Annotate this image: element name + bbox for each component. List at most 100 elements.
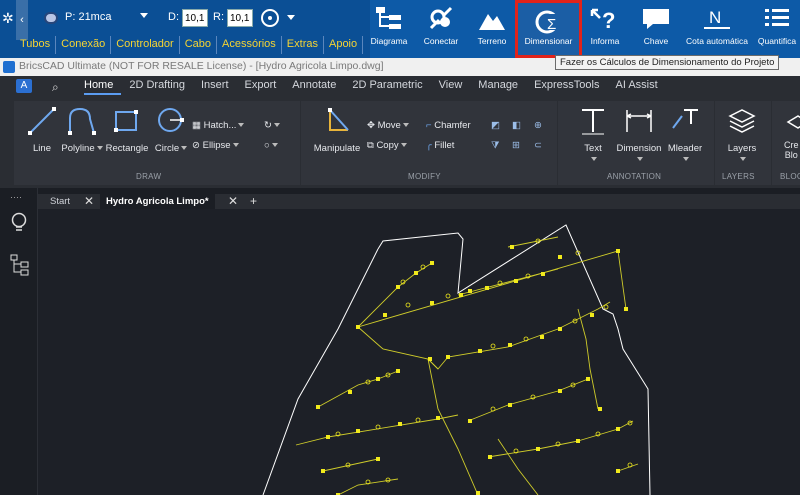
drawing-area[interactable] — [38, 209, 800, 495]
fillet-tool[interactable]: ╭ Fillet — [426, 139, 454, 153]
cota-automatica-button[interactable]: N Cota automática — [684, 0, 750, 58]
target-circle-icon[interactable] — [261, 9, 279, 27]
plugin-toolbar: ✲ ‹ P: 21mca D: 10,1 R: 10,1 Tubos Conex… — [0, 0, 800, 58]
line-tool[interactable]: Line — [27, 106, 57, 154]
connect-icon — [429, 6, 453, 30]
chamfer-label: Chamfer — [434, 120, 471, 131]
menu-conexao[interactable]: Conexão — [56, 36, 112, 54]
stretch-icon[interactable]: ◩ — [491, 119, 500, 133]
layers-chevron-icon[interactable] — [740, 157, 746, 162]
d-value-input[interactable]: 10,1 — [182, 9, 208, 27]
polyline-tool[interactable]: Polyline — [61, 106, 103, 154]
menu-cabo[interactable]: Cabo — [180, 36, 217, 54]
drawing-canvas[interactable] — [38, 209, 800, 495]
tab-export[interactable]: Export — [237, 78, 285, 95]
text-chevron-icon[interactable] — [591, 157, 597, 162]
ellipse-tool[interactable]: ⊘ Ellipse — [192, 139, 239, 153]
menu-apoio[interactable]: Apoio — [324, 36, 364, 54]
close-drawing-tab-icon[interactable]: ✕ — [228, 194, 238, 209]
close-start-tab-icon[interactable]: ✕ — [84, 194, 94, 209]
rectangle-tool[interactable]: Rectangle — [106, 106, 148, 154]
mleader-tool[interactable]: Mleader — [668, 106, 702, 162]
conectar-button[interactable]: Conectar — [416, 0, 466, 58]
tab-expresstools[interactable]: ExpressTools — [526, 78, 607, 95]
tab-2d-drafting[interactable]: 2D Drafting — [121, 78, 193, 95]
tab-view[interactable]: View — [431, 78, 471, 95]
hatch-tool[interactable]: ▦ Hatch... — [192, 119, 245, 133]
search-icon[interactable]: ⌕ — [52, 80, 59, 95]
terrain-icon — [479, 14, 505, 30]
chamfer-tool[interactable]: ⌐ Chamfer — [426, 119, 471, 133]
block-text: Blo — [784, 150, 798, 160]
pressure-dropdown-chevron-icon[interactable] — [140, 13, 148, 18]
point-tool[interactable]: ○ — [264, 139, 278, 153]
tab-insert[interactable]: Insert — [193, 78, 237, 95]
terreno-button[interactable]: Terreno — [470, 0, 514, 58]
ellipse-label: Ellipse — [202, 140, 231, 151]
terreno-label: Terreno — [477, 36, 507, 46]
field-boundary-left — [262, 248, 379, 495]
rotate-arc-tool[interactable]: ↻ — [264, 119, 280, 133]
menu-extras[interactable]: Extras — [282, 36, 324, 54]
copy-chevron-icon[interactable] — [400, 143, 407, 148]
create-block-tool[interactable]: Cre Blo — [782, 106, 800, 166]
info-question-icon: ? — [590, 8, 615, 32]
quantifica-button[interactable]: Quantifica — [754, 0, 800, 58]
add-tab-icon[interactable]: + — [250, 194, 257, 209]
tab-ai-assist[interactable]: AI Assist — [607, 78, 665, 95]
tab-start[interactable]: Start — [50, 194, 70, 209]
tab-2d-parametric[interactable]: 2D Parametric — [344, 78, 430, 95]
target-dropdown-chevron-icon[interactable] — [287, 15, 295, 20]
circle-tool[interactable]: Circle — [155, 106, 188, 154]
svg-text:Σ: Σ — [547, 16, 556, 33]
manipulate-tool[interactable]: Manipulate — [314, 106, 360, 154]
dimensionar-button[interactable]: Σ Dimensionar — [515, 0, 582, 58]
ellipse-chevron-icon[interactable] — [232, 143, 239, 148]
circle-chevron-icon[interactable] — [181, 146, 188, 151]
speech-bubble-icon — [643, 9, 669, 29]
mleader-chevron-icon[interactable] — [683, 157, 689, 162]
informa-button[interactable]: ? Informa — [584, 0, 626, 58]
rail-dots-icon[interactable]: ···· — [10, 192, 22, 202]
polyline-text: Polyline — [61, 143, 95, 154]
dimension-tool[interactable]: Dimension — [617, 106, 661, 162]
move-chevron-icon[interactable] — [402, 123, 409, 128]
array-icon[interactable]: ⊕ — [534, 119, 542, 133]
layers-group-label: LAYERS — [722, 172, 755, 181]
tab-home[interactable]: Home — [84, 78, 122, 95]
menu-tubos[interactable]: Tubos — [0, 36, 57, 54]
layers-tool[interactable]: Layers — [727, 106, 757, 162]
trim-icon[interactable]: ◧ — [512, 119, 521, 133]
chave-button[interactable]: Chave — [634, 0, 678, 58]
lightbulb-icon[interactable] — [10, 212, 28, 234]
r-label: R: — [213, 11, 224, 23]
hatch-label: Hatch... — [203, 120, 237, 131]
point-chevron-icon[interactable] — [271, 143, 278, 148]
move-tool[interactable]: ✥ Move — [367, 119, 409, 133]
pressure-selector[interactable]: P: 21mca — [65, 11, 111, 23]
structure-tree-icon[interactable] — [10, 254, 30, 276]
fillet-label: Fillet — [434, 140, 455, 151]
join-icon[interactable]: ⊂ — [534, 139, 542, 153]
copy-tool[interactable]: ⧉ Copy — [367, 139, 407, 153]
tab-drawing[interactable]: Hydro Agricola Limpo* — [100, 194, 215, 209]
rotate-arc-chevron-icon[interactable] — [273, 123, 280, 128]
menu-controlador[interactable]: Controlador — [111, 36, 180, 54]
dimension-chevron-icon[interactable] — [637, 157, 643, 162]
app-menu-button[interactable]: A — [16, 79, 32, 93]
layers-icon — [728, 109, 756, 133]
text-tool[interactable]: Text — [578, 106, 608, 162]
offset-icon[interactable]: ⊞ — [512, 139, 520, 153]
polyline-icon — [68, 107, 96, 135]
menu-acessorios[interactable]: Acessórios — [217, 36, 282, 54]
chamfer-icon: ⌐ — [426, 120, 432, 131]
tab-manage[interactable]: Manage — [470, 78, 526, 95]
cota-automatica-label: Cota automática — [686, 36, 748, 46]
hatch-chevron-icon[interactable] — [238, 123, 245, 128]
tab-annotate[interactable]: Annotate — [284, 78, 344, 95]
diagrama-button[interactable]: Diagrama — [366, 0, 412, 58]
create-block-icon — [786, 115, 800, 129]
mirror-icon[interactable]: ⧩ — [491, 139, 499, 153]
scroll-left-arrow-icon[interactable]: ‹ — [16, 0, 28, 40]
r-value-input[interactable]: 10,1 — [227, 9, 253, 27]
